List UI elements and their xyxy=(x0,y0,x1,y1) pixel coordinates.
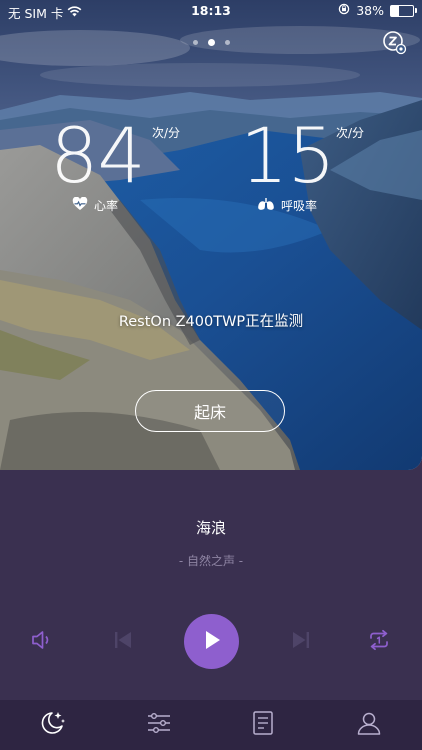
play-icon xyxy=(201,629,223,655)
lungs-icon xyxy=(257,197,275,214)
profile-icon xyxy=(356,710,382,740)
breath-rate-label: 呼吸率 xyxy=(281,199,318,213)
previous-icon xyxy=(112,629,134,655)
play-button[interactable] xyxy=(184,614,239,669)
next-button[interactable] xyxy=(286,628,316,656)
heart-rate-value: 84 xyxy=(50,111,146,200)
heart-rate-label-group: 心率 xyxy=(72,196,119,214)
next-icon xyxy=(290,629,312,655)
page-dot-active[interactable] xyxy=(207,39,215,46)
heart-rate-label: 心率 xyxy=(94,199,119,213)
status-bar: 无 SIM 卡 18:13 38% xyxy=(0,0,422,22)
sleep-mode-icon[interactable] xyxy=(382,30,408,56)
tab-report[interactable] xyxy=(228,700,298,750)
volume-button[interactable] xyxy=(28,628,58,656)
tab-profile[interactable] xyxy=(334,700,404,750)
bottom-tab-bar xyxy=(0,700,422,750)
breath-rate-label-group: 呼吸率 xyxy=(257,197,317,214)
settings-sliders-icon xyxy=(146,711,172,739)
music-category: - 自然之声 - xyxy=(178,554,244,568)
music-title: 海浪 xyxy=(195,519,226,537)
tab-sleep[interactable] xyxy=(18,700,88,750)
page-indicator[interactable] xyxy=(0,39,422,46)
monitor-status-text: RestOn Z400TWP正在监测 xyxy=(118,314,304,330)
heart-icon xyxy=(72,196,88,214)
repeat-one-button[interactable] xyxy=(364,628,394,656)
breath-rate-value: 15 xyxy=(240,111,336,200)
status-right: 38% xyxy=(338,3,417,18)
volume-icon xyxy=(30,628,56,656)
report-icon xyxy=(252,710,274,740)
rotation-lock-icon xyxy=(338,3,350,18)
wake-up-button[interactable]: 起床 xyxy=(135,390,285,432)
wake-up-button-label: 起床 xyxy=(193,403,226,422)
tab-settings[interactable] xyxy=(124,700,194,750)
moon-tab-icon xyxy=(38,709,68,741)
battery-icon xyxy=(390,4,417,17)
battery-percent: 38% xyxy=(356,3,384,18)
page-dot[interactable] xyxy=(192,40,198,45)
repeat-one-icon xyxy=(366,629,392,655)
battery-level xyxy=(391,5,400,16)
breath-rate-unit: 次/分 xyxy=(336,126,365,140)
previous-button[interactable] xyxy=(108,628,138,656)
page-dot[interactable] xyxy=(224,40,230,45)
heart-rate-unit: 次/分 xyxy=(152,126,181,140)
